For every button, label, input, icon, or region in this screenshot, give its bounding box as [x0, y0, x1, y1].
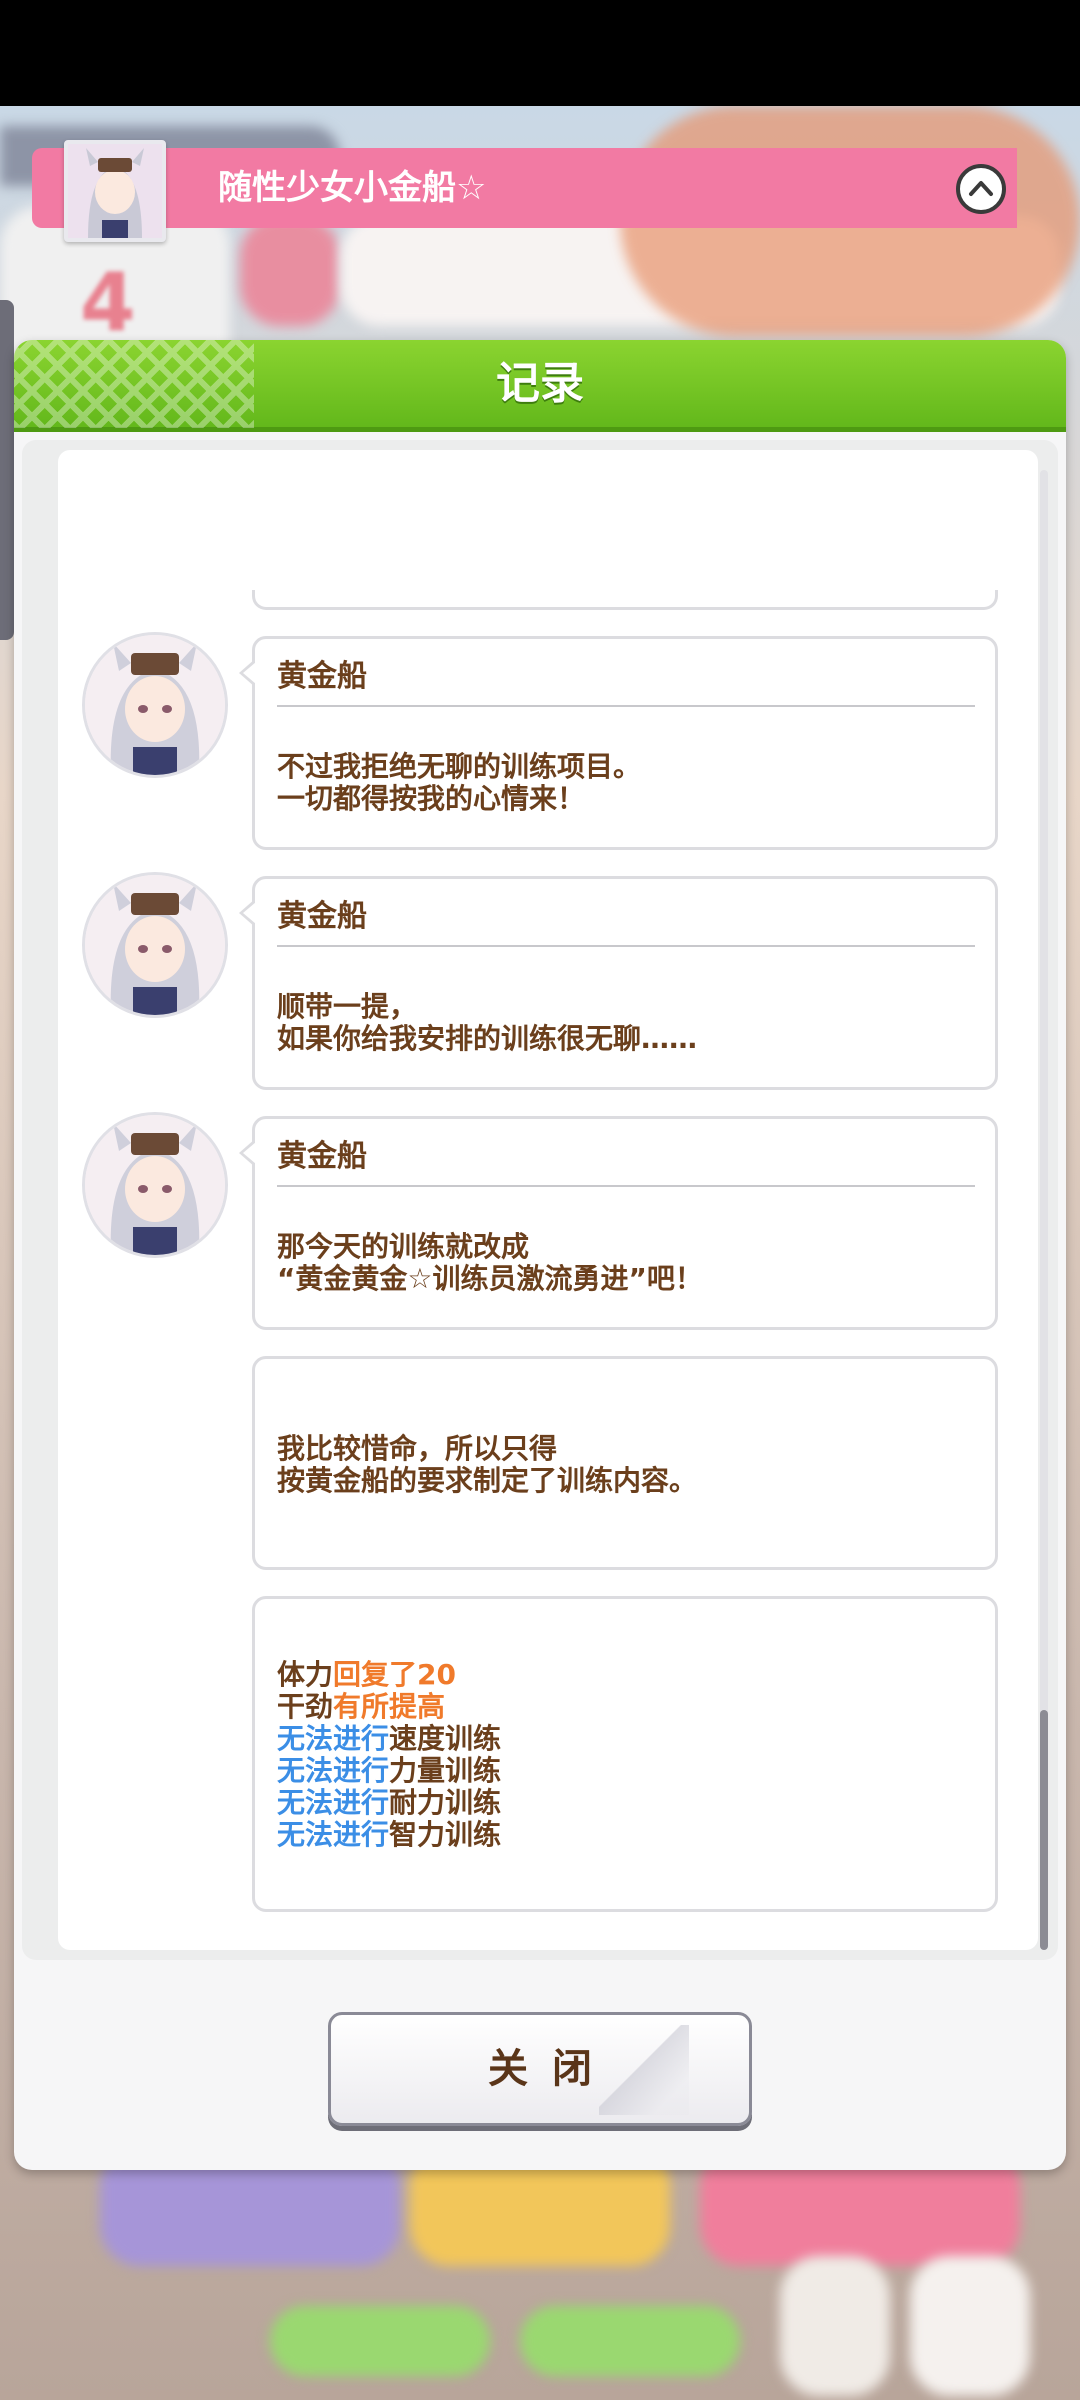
message-bubble: 黄金船 那今天的训练就改成 “黄金黄金☆训练员激流勇进”吧！: [239, 1116, 998, 1330]
chevron-up-icon: [969, 181, 993, 196]
calendar-number: 4: [80, 256, 136, 349]
close-button[interactable]: 关闭: [328, 2012, 752, 2126]
effect-line: 无法进行耐力训练: [277, 1786, 502, 1819]
effect-line: 干劲有所提高: [277, 1690, 446, 1723]
speaker-name: 黄金船: [277, 899, 367, 934]
effect-line: 无法进行力量训练: [277, 1754, 502, 1787]
narration-bubble: 我比较惜命，所以只得 按黄金船的要求制定了训练内容。: [252, 1356, 998, 1570]
scrollbar-thumb[interactable]: [1040, 1710, 1048, 1950]
side-tab: [0, 300, 14, 640]
speaker-avatar: [82, 1112, 228, 1258]
status-bar: [0, 0, 1080, 106]
speaker-name: 黄金船: [277, 1139, 367, 1174]
message-text: 顺带一提， 如果你给我安排的训练很无聊……: [277, 990, 698, 1055]
message-bubble: 黄金船 不过我拒绝无聊的训练项目。 一切都得按我的心情来！: [239, 636, 998, 850]
narration-text: 我比较惜命，所以只得 按黄金船的要求制定了训练内容。: [277, 1432, 698, 1497]
message-text: 不过我拒绝无聊的训练项目。 一切都得按我的心情来！: [277, 750, 642, 815]
collapse-button[interactable]: [956, 164, 1006, 214]
close-button-label: 关闭: [488, 2046, 616, 2092]
effect-line: 无法进行智力训练: [277, 1818, 502, 1851]
character-portrait: [64, 140, 166, 242]
dialog-title: 记录: [496, 358, 584, 409]
message-text: 那今天的训练就改成 “黄金黄金☆训练员激流勇进”吧！: [277, 1230, 703, 1295]
message-bubble: 黄金船 顺带一提， 如果你给我安排的训练很无聊……: [239, 876, 998, 1090]
speaker-avatar: [82, 632, 228, 778]
effects-list: 体力回复了20 干劲有所提高 无法进行速度训练 无法进行力量训练 无法进行耐力训…: [277, 1659, 501, 1851]
character-header-bar: [32, 148, 1017, 228]
effect-line: 体力回复了20: [277, 1658, 456, 1691]
speaker-avatar: [82, 872, 228, 1018]
dialog-header: 记录: [14, 340, 1066, 432]
effect-line: 无法进行速度训练: [277, 1722, 502, 1755]
previous-bubble-edge: [252, 590, 998, 610]
effects-bubble: 体力回复了20 干劲有所提高 无法进行速度训练 无法进行力量训练 无法进行耐力训…: [252, 1596, 998, 1912]
speaker-name: 黄金船: [277, 659, 367, 694]
character-name: 随性少女小金船☆: [218, 168, 487, 208]
